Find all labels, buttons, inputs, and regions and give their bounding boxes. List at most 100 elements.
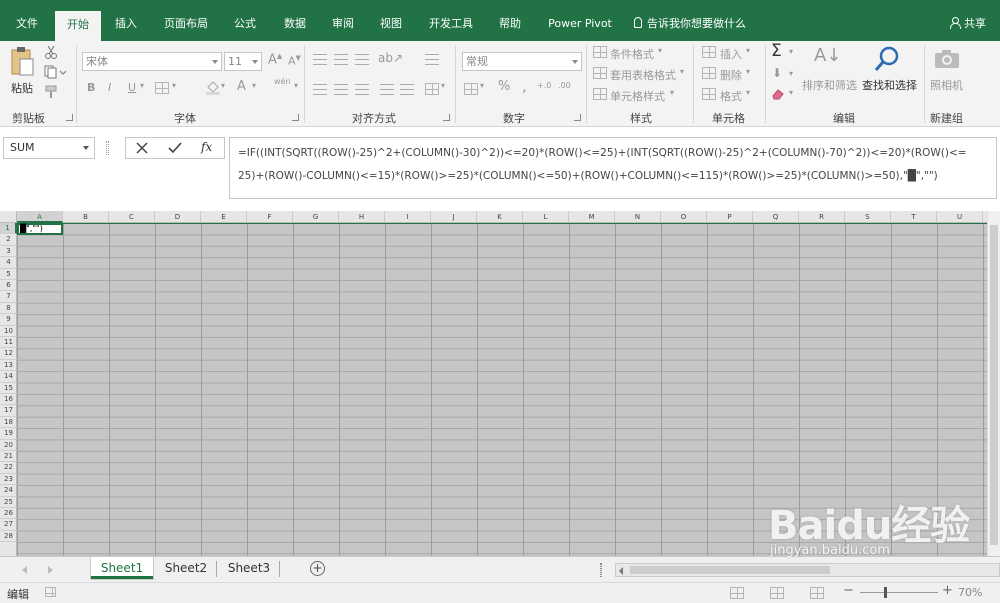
alignment-launcher-icon[interactable] (443, 114, 450, 121)
name-box[interactable]: SUM (3, 137, 95, 159)
chevron-down-icon[interactable]: ▾ (252, 81, 256, 90)
row-header[interactable]: 7 (0, 291, 17, 303)
font-name-select[interactable]: 宋体 (82, 52, 222, 71)
chevron-down-icon[interactable]: ▾ (746, 88, 750, 97)
number-format-select[interactable]: 常规 (462, 52, 582, 71)
resize-handle[interactable] (106, 141, 109, 155)
row-header[interactable]: 17 (0, 405, 17, 417)
tab-power-pivot[interactable]: Power Pivot (545, 9, 615, 41)
column-header[interactable]: D (155, 211, 201, 223)
bold-button[interactable]: B (87, 81, 95, 94)
row-header[interactable]: 16 (0, 394, 17, 406)
row-header[interactable]: 3 (0, 246, 17, 258)
phonetic-guide-button[interactable]: wén (274, 77, 291, 86)
percent-style-button[interactable]: % (498, 79, 510, 94)
row-header[interactable]: 8 (0, 303, 17, 315)
row-header[interactable]: 12 (0, 348, 17, 360)
sheet-tab-1[interactable]: Sheet1 (91, 557, 153, 579)
chevron-down-icon[interactable]: ▾ (441, 81, 445, 90)
tab-developer[interactable]: 开发工具 (425, 9, 477, 41)
border-icon[interactable] (155, 82, 169, 94)
font-color-button[interactable]: A (237, 79, 246, 94)
format-painter-icon[interactable] (44, 85, 58, 99)
scroll-left-icon[interactable] (619, 567, 623, 575)
select-all-corner[interactable] (0, 211, 17, 223)
sort-filter-button[interactable]: 排序和筛选 (802, 77, 857, 93)
row-header[interactable]: 10 (0, 326, 17, 337)
column-header[interactable]: M (569, 211, 615, 223)
chevron-down-icon[interactable]: ▾ (172, 81, 176, 90)
row-header[interactable]: 5 (0, 269, 17, 280)
orientation-icon[interactable]: ab↗ (378, 51, 403, 65)
column-header[interactable]: L (523, 211, 569, 223)
format-cells-button[interactable]: 格式 (720, 88, 742, 104)
paste-button[interactable]: 粘贴 (6, 45, 40, 97)
underline-button[interactable]: U (128, 81, 136, 94)
row-header[interactable]: 27 (0, 519, 17, 531)
row-header[interactable]: 1 (0, 223, 17, 235)
row-header[interactable]: 2 (0, 234, 17, 246)
chevron-down-icon[interactable]: ▾ (789, 47, 793, 56)
font-launcher-icon[interactable] (292, 114, 299, 121)
column-header[interactable]: N (615, 211, 661, 223)
chevron-down-icon[interactable]: ▾ (789, 69, 793, 78)
clear-icon[interactable] (771, 88, 785, 100)
column-header[interactable]: G (293, 211, 339, 223)
row-header[interactable]: 26 (0, 508, 17, 520)
insert-cells-button[interactable]: 插入 (720, 46, 742, 62)
column-header[interactable]: R (799, 211, 845, 223)
page-break-view-icon[interactable] (810, 587, 824, 599)
align-middle-icon[interactable] (334, 54, 348, 65)
column-header[interactable]: T (891, 211, 937, 223)
scroll-thumb[interactable] (990, 225, 998, 545)
row-header[interactable]: 18 (0, 417, 17, 429)
tab-split-handle[interactable] (600, 563, 602, 577)
clipboard-launcher-icon[interactable] (66, 114, 73, 121)
insert-function-icon[interactable]: fx (201, 140, 212, 154)
prev-sheet-icon[interactable] (22, 566, 27, 574)
normal-view-icon[interactable] (730, 587, 744, 599)
column-header[interactable]: J (431, 211, 477, 223)
copy-icon[interactable] (44, 65, 66, 79)
increase-indent-icon[interactable] (400, 84, 414, 95)
format-as-table-button[interactable]: 套用表格格式 (610, 67, 676, 83)
column-header[interactable]: B (63, 211, 109, 223)
chevron-down-icon[interactable]: ▾ (746, 67, 750, 76)
row-header[interactable]: 15 (0, 383, 17, 394)
row-header[interactable]: 19 (0, 428, 17, 440)
row-header[interactable]: 21 (0, 451, 17, 463)
row-header[interactable]: 4 (0, 257, 17, 269)
camera-button[interactable]: 照相机 (930, 77, 963, 93)
chevron-down-icon[interactable]: ▾ (294, 81, 298, 90)
tab-formulas[interactable]: 公式 (230, 9, 260, 41)
row-header[interactable]: 11 (0, 337, 17, 349)
delete-cells-button[interactable]: 删除 (720, 67, 742, 83)
align-right-icon[interactable] (355, 84, 369, 95)
cut-icon[interactable] (44, 45, 58, 59)
fill-color-icon[interactable] (205, 79, 221, 95)
zoom-slider-thumb[interactable] (884, 587, 887, 598)
row-header[interactable]: 9 (0, 314, 17, 326)
share-button[interactable]: 共享 (950, 9, 986, 41)
next-sheet-icon[interactable] (48, 566, 53, 574)
font-size-select[interactable]: 11 (224, 52, 262, 71)
row-header[interactable]: 25 (0, 497, 17, 508)
align-left-icon[interactable] (313, 84, 327, 95)
tab-review[interactable]: 审阅 (328, 9, 358, 41)
chevron-down-icon[interactable]: ▾ (658, 46, 662, 55)
chevron-down-icon[interactable]: ▾ (140, 81, 144, 90)
tab-insert[interactable]: 插入 (111, 9, 141, 41)
chevron-down-icon[interactable]: ▾ (789, 88, 793, 97)
row-header[interactable]: 22 (0, 462, 17, 474)
formula-input[interactable]: =IF((INT(SQRT((ROW()-25)^2+(COLUMN()-30)… (229, 137, 997, 199)
chevron-down-icon[interactable]: ▾ (746, 46, 750, 55)
row-header[interactable]: 13 (0, 360, 17, 372)
cancel-x-icon[interactable] (136, 142, 148, 154)
tab-help[interactable]: 帮助 (495, 9, 525, 41)
row-header[interactable]: 28 (0, 531, 17, 543)
increase-font-icon[interactable]: A▲ (268, 52, 282, 67)
tab-page-layout[interactable]: 页面布局 (160, 9, 212, 41)
cell-styles-button[interactable]: 单元格样式 (610, 88, 665, 104)
zoom-slider[interactable] (860, 592, 938, 593)
enter-check-icon[interactable] (168, 142, 182, 154)
